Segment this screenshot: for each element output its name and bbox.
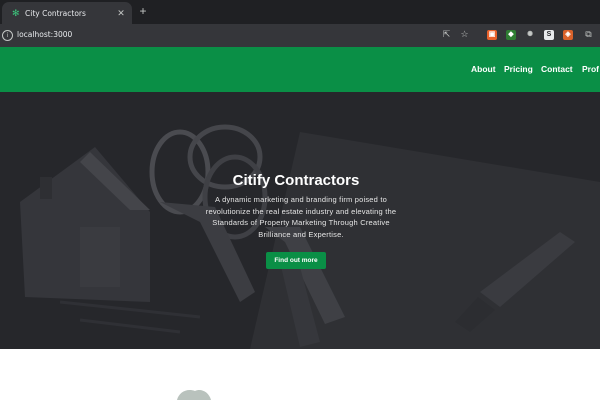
new-tab-icon[interactable]: +: [137, 5, 149, 17]
find-out-more-button[interactable]: Find out more: [266, 252, 326, 269]
close-tab-icon[interactable]: ✕: [116, 8, 126, 18]
extensions-puzzle-icon[interactable]: ⧉: [583, 29, 594, 40]
site-favicon-icon: ✻: [12, 8, 20, 18]
extension-colorful-icon[interactable]: ◆: [506, 30, 516, 40]
share-icon[interactable]: ⇱: [441, 29, 452, 40]
hero-title: Citify Contractors: [232, 172, 360, 189]
nav-link-profile[interactable]: Prof: [582, 64, 599, 74]
nav-link-contact[interactable]: Contact: [541, 64, 573, 74]
nav-link-pricing[interactable]: Pricing: [504, 64, 533, 74]
extension-fox-icon[interactable]: ◈: [563, 30, 573, 40]
extension-bug-icon[interactable]: ✺: [525, 30, 535, 40]
browser-tab[interactable]: ✻ City Contractors ✕: [2, 2, 132, 24]
address-bar[interactable]: localhost:3000: [17, 30, 72, 39]
tab-title: City Contractors: [25, 8, 86, 18]
hero-description: A dynamic marketing and branding firm po…: [205, 195, 397, 239]
extension-orange-icon[interactable]: ▣: [487, 30, 497, 40]
bookmark-star-icon[interactable]: ☆: [459, 29, 470, 40]
extension-s-icon[interactable]: S: [544, 30, 554, 40]
nav-link-about[interactable]: About: [471, 64, 496, 74]
site-info-icon[interactable]: i: [2, 30, 13, 41]
section-illustration: [177, 390, 211, 400]
